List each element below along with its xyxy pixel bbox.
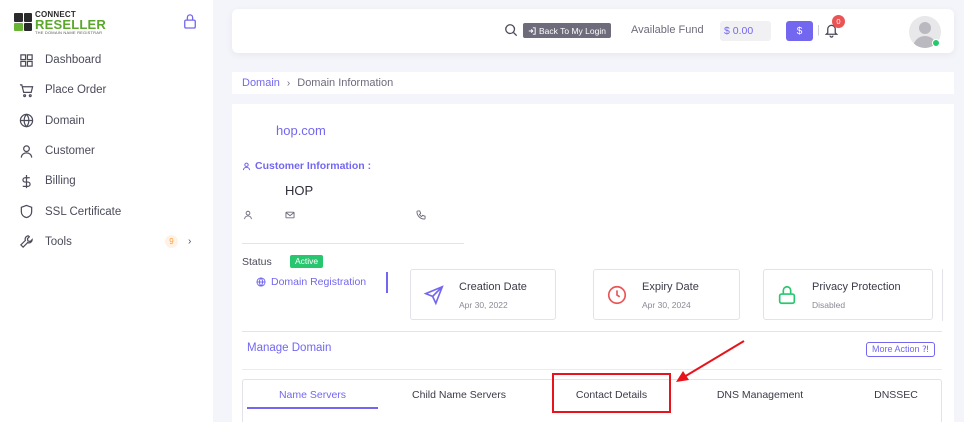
expiry-date-title: Expiry Date (642, 281, 699, 293)
sidebar-item-label: Billing (45, 175, 76, 188)
breadcrumb-current: Domain Information (297, 77, 394, 89)
divider (242, 331, 942, 332)
sidebar-item-domain[interactable]: Domain (0, 106, 213, 136)
globe-icon (256, 277, 266, 287)
wrench-icon (20, 235, 33, 249)
breadcrumb: Domain › Domain Information (232, 72, 954, 94)
lock-icon (778, 285, 796, 305)
globe-icon (19, 113, 34, 128)
active-tab-indicator (247, 407, 378, 409)
creation-date-title: Creation Date (459, 281, 527, 293)
sidebar-item-place-order[interactable]: Place Order (0, 75, 213, 105)
expiry-date-value: Apr 30, 2024 (642, 300, 691, 310)
customer-name: HOP (285, 183, 314, 198)
privacy-protection-value: Disabled (812, 300, 846, 310)
tab-dnssec[interactable]: DNSSEC (851, 380, 941, 410)
back-to-login-button[interactable]: Back To My Login (523, 23, 611, 38)
navbar-separator: | (817, 24, 820, 36)
online-status-dot (932, 39, 940, 47)
shield-icon (20, 204, 33, 219)
divider (942, 269, 943, 321)
tools-count-badge: 9 (165, 235, 178, 249)
sidebar-item-label: Dashboard (45, 54, 102, 67)
expiry-date-box: Expiry Date Apr 30, 2024 (593, 269, 740, 320)
sidebar-item-tools[interactable]: Tools 9 › (0, 227, 213, 257)
sidebar-item-label: Tools (45, 235, 72, 248)
clock-icon (607, 285, 627, 305)
lock-icon[interactable] (183, 13, 197, 29)
divider (242, 243, 464, 244)
manage-domain-title: Manage Domain (247, 342, 332, 354)
sidebar-item-billing[interactable]: Billing (0, 166, 213, 196)
sidebar-item-ssl-certificate[interactable]: SSL Certificate (0, 196, 213, 226)
creation-date-value: Apr 30, 2022 (459, 300, 508, 310)
mail-icon (285, 211, 295, 219)
domain-registration-link[interactable]: Domain Registration (256, 276, 366, 288)
chevron-right-icon: › (286, 77, 291, 89)
brand-mark-icon (14, 13, 32, 31)
sidebar-item-dashboard[interactable]: Dashboard (0, 45, 213, 75)
send-icon (423, 285, 444, 306)
privacy-protection-box: Privacy Protection Disabled (763, 269, 933, 320)
status-badge: Active (290, 255, 324, 268)
privacy-protection-title: Privacy Protection (812, 281, 901, 293)
available-fund-value: $ 0.00 (720, 21, 771, 41)
sidebar-item-label: SSL Certificate (45, 205, 122, 218)
user-icon (20, 144, 33, 158)
user-icon (244, 210, 252, 220)
notification-count-badge: 0 (832, 15, 845, 28)
grid-icon (20, 53, 33, 67)
back-to-login-label: Back To My Login (539, 25, 606, 36)
phone-icon (416, 210, 426, 220)
divider (242, 369, 942, 370)
tab-name-servers[interactable]: Name Servers (247, 380, 378, 410)
sidebar-item-label: Domain (45, 114, 85, 127)
add-fund-button[interactable]: $ (786, 21, 813, 41)
brand-tagline: THE DOMAIN NAME REGISTRAR (35, 30, 103, 35)
chevron-right-icon: › (188, 236, 192, 248)
sidebar-menu: Dashboard Place Order Domain Customer Bi… (0, 45, 213, 257)
brand-logo[interactable]: CONNECT RESELLER THE DOMAIN NAME REGISTR… (14, 11, 106, 35)
available-fund-label: Available Fund (631, 24, 704, 36)
user-icon (242, 162, 251, 170)
breadcrumb-domain-link[interactable]: Domain (242, 77, 280, 89)
sidebar-item-label: Customer (45, 145, 95, 158)
domain-name[interactable]: hop.com (276, 123, 326, 138)
cart-icon (19, 84, 34, 98)
sidebar: CONNECT RESELLER THE DOMAIN NAME REGISTR… (0, 0, 213, 422)
more-action-button[interactable]: More Action ⁈ (866, 342, 935, 357)
sidebar-item-label: Place Order (45, 84, 107, 97)
tab-child-name-servers[interactable]: Child Name Servers (388, 380, 530, 410)
annotation-highlight-box (552, 373, 671, 413)
sidebar-item-customer[interactable]: Customer (0, 136, 213, 166)
active-indicator (386, 272, 388, 293)
dollar-icon (22, 174, 31, 188)
login-icon (528, 26, 536, 35)
search-icon[interactable] (504, 23, 518, 37)
tab-dns-management[interactable]: DNS Management (695, 380, 825, 410)
creation-date-box: Creation Date Apr 30, 2022 (410, 269, 556, 320)
customer-info-heading: Customer Information : (242, 160, 371, 172)
top-navbar: Back To My Login Available Fund $ 0.00 $… (232, 9, 954, 53)
status-label: Status (242, 256, 272, 268)
